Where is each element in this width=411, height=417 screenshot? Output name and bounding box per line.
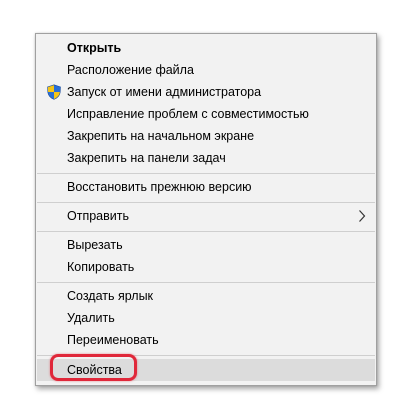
menu-item-label: Вырезать	[67, 238, 123, 252]
menu-item-troubleshoot-compatibility[interactable]: Исправление проблем с совместимостью	[37, 103, 375, 125]
menu-item-restore-previous[interactable]: Восстановить прежнюю версию	[37, 176, 375, 198]
menu-separator	[37, 173, 375, 174]
menu-item-label: Закрепить на начальном экране	[67, 129, 255, 143]
menu-item-run-as-admin[interactable]: Запуск от имени администратора	[37, 81, 375, 103]
menu-item-copy[interactable]: Копировать	[37, 256, 375, 278]
menu-item-label: Расположение файла	[67, 63, 194, 77]
menu-item-pin-to-taskbar[interactable]: Закрепить на панели задач	[37, 147, 375, 169]
menu-item-open[interactable]: Открыть	[37, 37, 375, 59]
menu-item-label: Копировать	[67, 260, 135, 274]
menu-item-file-location[interactable]: Расположение файла	[37, 59, 375, 81]
menu-item-pin-to-start[interactable]: Закрепить на начальном экране	[37, 125, 375, 147]
menu-item-label: Удалить	[67, 311, 115, 325]
context-menu: Открыть Расположение файла Запуск от име…	[35, 33, 377, 386]
menu-item-create-shortcut[interactable]: Создать ярлык	[37, 285, 375, 307]
menu-item-label: Запуск от имени администратора	[67, 85, 262, 99]
menu-separator	[37, 282, 375, 283]
menu-item-cut[interactable]: Вырезать	[37, 234, 375, 256]
menu-item-label: Закрепить на панели задач	[67, 151, 226, 165]
menu-separator	[37, 202, 375, 203]
menu-item-label: Восстановить прежнюю версию	[67, 180, 252, 194]
menu-item-label: Открыть	[67, 41, 122, 55]
menu-separator	[37, 231, 375, 232]
menu-item-send-to[interactable]: Отправить	[37, 205, 375, 227]
menu-item-label: Переименовать	[67, 333, 159, 347]
menu-item-label: Отправить	[67, 209, 129, 223]
menu-item-rename[interactable]: Переименовать	[37, 329, 375, 351]
chevron-right-icon	[359, 210, 366, 222]
uac-shield-icon	[47, 84, 61, 100]
menu-item-delete[interactable]: Удалить	[37, 307, 375, 329]
highlight-ring	[50, 354, 137, 381]
menu-item-label: Исправление проблем с совместимостью	[67, 107, 309, 121]
menu-item-label: Создать ярлык	[67, 289, 154, 303]
